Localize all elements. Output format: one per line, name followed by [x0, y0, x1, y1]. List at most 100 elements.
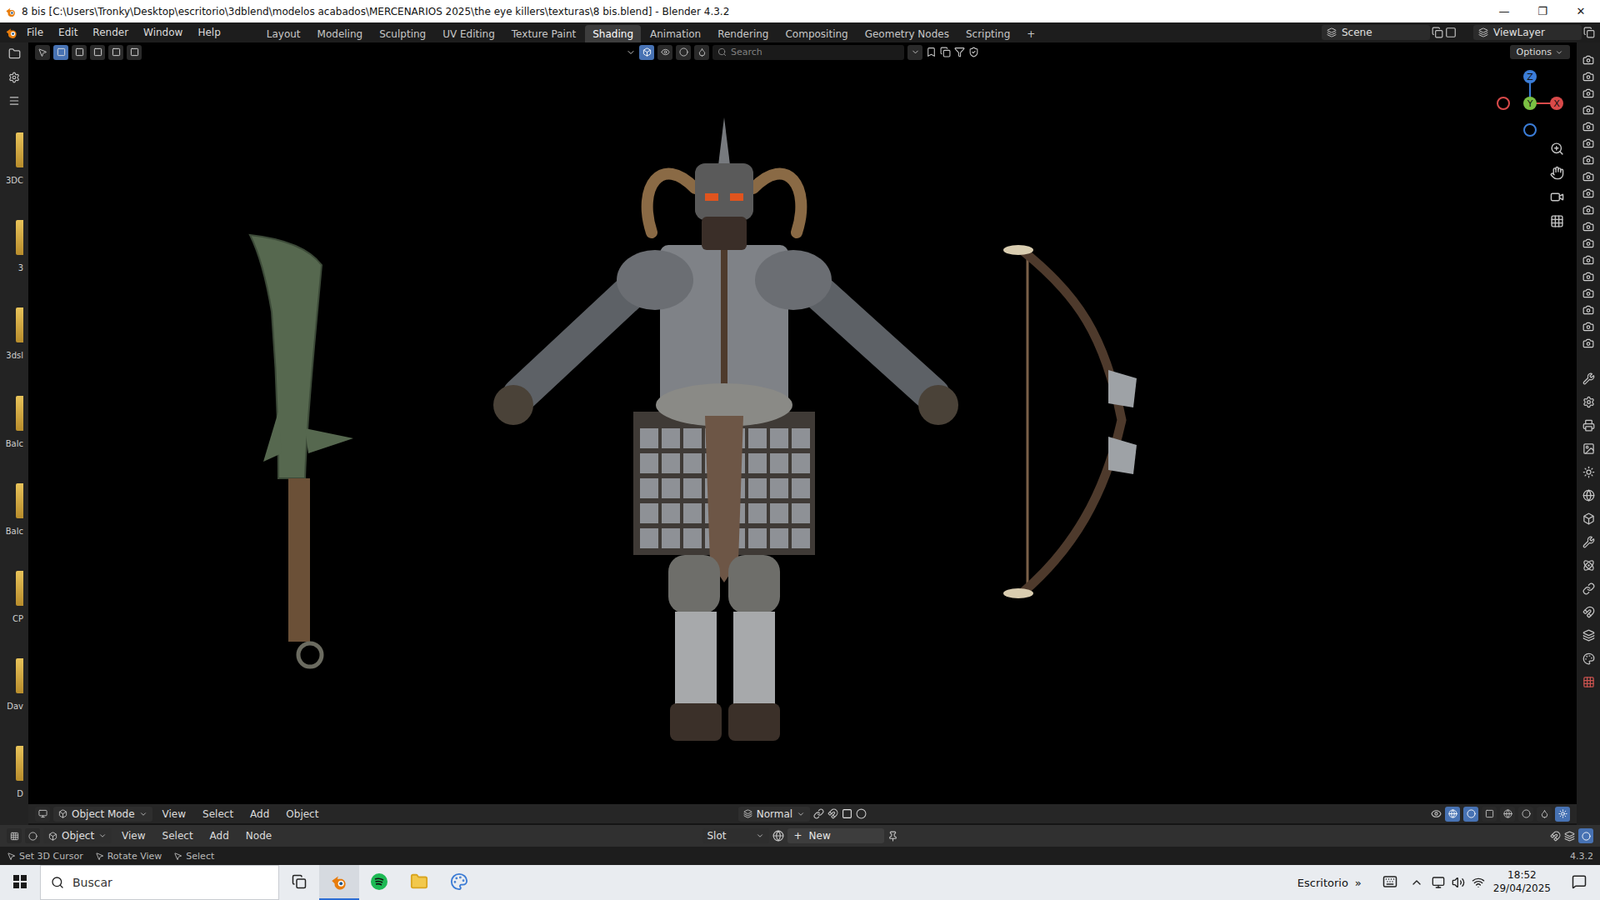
- properties-tab-icon[interactable]: [1582, 489, 1595, 502]
- new-scene-icon[interactable]: [1431, 26, 1444, 39]
- menu-item[interactable]: Render: [85, 25, 135, 40]
- select-mode-button[interactable]: [53, 45, 69, 60]
- render-toggle-icon[interactable]: [1582, 320, 1595, 333]
- keyboard-button[interactable]: [1370, 865, 1410, 900]
- properties-tab-icon[interactable]: [1582, 629, 1595, 642]
- asset-item[interactable]: Dav: [0, 658, 29, 738]
- workspace-tab[interactable]: Texture Paint: [504, 25, 584, 43]
- filter-icon[interactable]: [954, 46, 965, 58]
- properties-tab-icon[interactable]: [1582, 559, 1595, 572]
- properties-tab-icon[interactable]: [1582, 372, 1595, 385]
- asset-item[interactable]: 3dsl: [0, 307, 29, 387]
- workspace-tab[interactable]: Compositing: [777, 25, 855, 43]
- asset-item[interactable]: 3DC: [0, 132, 29, 212]
- select-mode-button[interactable]: [90, 45, 105, 60]
- editor-type-button[interactable]: [35, 45, 50, 60]
- shader-menu[interactable]: Add: [203, 830, 236, 842]
- workspace-tab[interactable]: Scripting: [958, 25, 1018, 43]
- view-toggle-button[interactable]: [694, 45, 710, 60]
- filter-button[interactable]: [907, 45, 923, 60]
- shader-menu[interactable]: Select: [155, 830, 200, 842]
- shading-material-button[interactable]: [1536, 806, 1552, 822]
- properties-tab-icon[interactable]: [1582, 419, 1595, 432]
- render-toggle-icon[interactable]: [1582, 87, 1595, 100]
- notifications-button[interactable]: [1559, 865, 1600, 900]
- xray-toggle-button[interactable]: [1481, 806, 1497, 822]
- render-toggle-icon[interactable]: [1582, 54, 1595, 66]
- search-field[interactable]: Search: [712, 45, 905, 60]
- snap-icon[interactable]: [1550, 830, 1561, 842]
- camera-view-icon[interactable]: [1550, 190, 1565, 205]
- render-toggle-icon[interactable]: [1582, 237, 1595, 250]
- slot-dropdown[interactable]: Slot: [702, 828, 770, 844]
- zoom-icon[interactable]: [1550, 141, 1565, 156]
- network-icon[interactable]: [1431, 875, 1445, 890]
- properties-tab-icon[interactable]: [1582, 582, 1595, 595]
- shading-rendered-button[interactable]: [1555, 806, 1570, 822]
- render-toggle-icon[interactable]: [1582, 187, 1595, 200]
- render-toggle-icon[interactable]: [1582, 104, 1595, 116]
- editor-type-button[interactable]: [6, 828, 22, 844]
- pivot-icon[interactable]: [813, 808, 825, 820]
- select-mode-button[interactable]: [71, 45, 87, 60]
- windows-logo-icon[interactable]: [13, 875, 27, 889]
- workspace-tab[interactable]: Rendering: [710, 25, 776, 43]
- asset-item[interactable]: Balc: [0, 483, 29, 563]
- render-toggle-icon[interactable]: [1582, 220, 1595, 233]
- paint-task-button[interactable]: [439, 865, 480, 900]
- taskbar-search[interactable]: Buscar: [40, 865, 280, 900]
- render-toggle-icon[interactable]: [1582, 120, 1595, 133]
- render-toggle-icon[interactable]: [1582, 270, 1595, 283]
- view-toggle-button[interactable]: [675, 45, 691, 60]
- viewport-menu[interactable]: View: [155, 808, 193, 820]
- viewport-menu[interactable]: Add: [243, 808, 276, 820]
- viewport-menu[interactable]: Select: [195, 808, 240, 820]
- menu-item[interactable]: Edit: [51, 25, 85, 40]
- shading-solid-button[interactable]: [1518, 806, 1534, 822]
- overlay-icon[interactable]: [1564, 830, 1575, 842]
- shader-context-dropdown[interactable]: Object: [43, 828, 112, 844]
- render-toggle-icon[interactable]: [1582, 254, 1595, 266]
- ortho-grid-icon[interactable]: [1550, 214, 1565, 229]
- render-toggle-icon[interactable]: [1582, 287, 1595, 300]
- view-toggle-button[interactable]: [657, 45, 673, 60]
- browser-icon[interactable]: [8, 47, 21, 60]
- blender-task-button[interactable]: [319, 865, 360, 900]
- menu-item[interactable]: File: [20, 25, 50, 40]
- render-toggle-icon[interactable]: [1582, 70, 1595, 83]
- menu-item[interactable]: Window: [136, 25, 190, 40]
- workspace-tab[interactable]: Modeling: [310, 25, 371, 43]
- pin-icon[interactable]: [887, 830, 899, 842]
- orientation-dropdown[interactable]: Normal: [738, 806, 810, 822]
- list-icon[interactable]: [8, 95, 20, 107]
- mode-dropdown[interactable]: Object Mode: [53, 806, 153, 822]
- workspace-tab[interactable]: Shading: [585, 25, 641, 43]
- desktop-toolbar[interactable]: Escritorio»: [1289, 876, 1370, 890]
- options-button[interactable]: Options: [1510, 45, 1570, 60]
- editor-type-button[interactable]: [35, 806, 50, 822]
- axis-gizmo-icon[interactable]: ZYX: [1495, 68, 1565, 139]
- scene-selector[interactable]: Scene: [1321, 25, 1430, 40]
- viewport-canvas[interactable]: ZYX: [28, 61, 1577, 805]
- window-control-button[interactable]: ❐: [1523, 0, 1562, 23]
- snap-icon[interactable]: [827, 808, 839, 820]
- properties-tab-icon[interactable]: [1582, 652, 1595, 665]
- render-toggle-icon[interactable]: [1582, 204, 1595, 216]
- properties-tab-icon[interactable]: [1582, 465, 1595, 479]
- workspace-tab[interactable]: Animation: [642, 25, 709, 43]
- overlay-toggle-button[interactable]: [1463, 806, 1479, 822]
- bow-model[interactable]: [1003, 245, 1137, 599]
- wifi-icon[interactable]: [1471, 875, 1485, 890]
- properties-tab-icon[interactable]: [1582, 675, 1595, 689]
- asset-item[interactable]: 3: [0, 220, 29, 300]
- properties-tab-icon[interactable]: [1582, 442, 1595, 455]
- properties-tab-icon[interactable]: [1582, 535, 1595, 549]
- shader-menu[interactable]: View: [115, 830, 152, 842]
- tray-expand-icon[interactable]: [1410, 875, 1424, 890]
- settings-icon[interactable]: [8, 71, 20, 84]
- asset-item[interactable]: Balc: [0, 395, 29, 475]
- workspace-tab[interactable]: UV Editing: [435, 25, 503, 43]
- new-material-button[interactable]: +New: [787, 828, 885, 844]
- remove-scene-icon[interactable]: [1445, 26, 1457, 39]
- dropdown-icon[interactable]: [625, 47, 636, 58]
